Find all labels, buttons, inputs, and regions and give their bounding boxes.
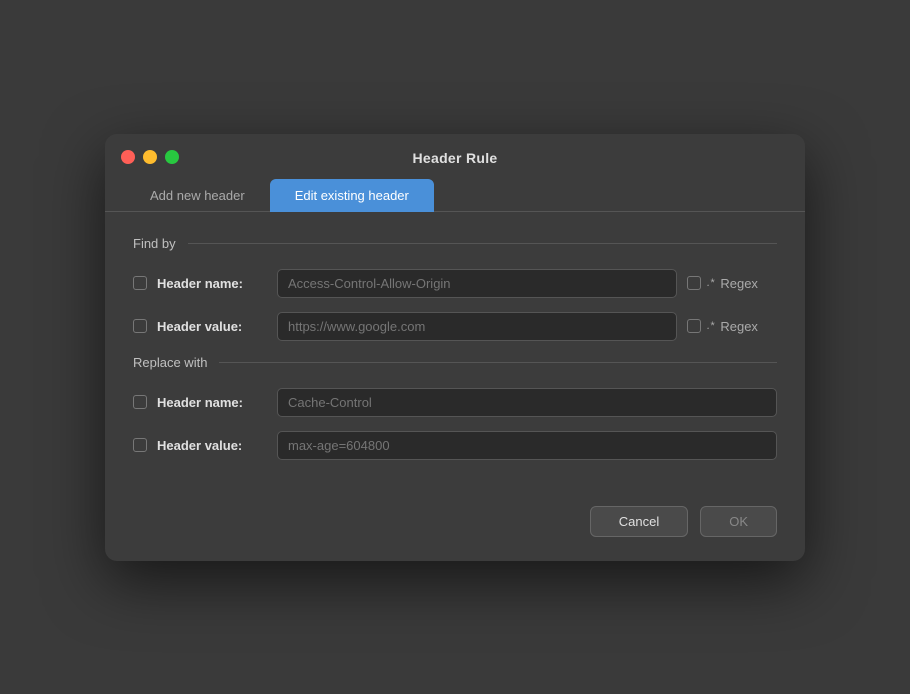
find-header-name-regex-checkbox[interactable]	[687, 276, 701, 290]
find-header-name-regex-label: Regex	[720, 276, 758, 291]
find-header-value-label: Header value:	[157, 319, 267, 334]
replace-with-label: Replace with	[133, 355, 207, 370]
minimize-button[interactable]	[143, 150, 157, 164]
tab-bar: Add new header Edit existing header	[105, 166, 805, 212]
replace-header-value-label: Header value:	[157, 438, 267, 453]
header-rule-dialog: Header Rule Add new header Edit existing…	[105, 134, 805, 561]
tab-add-new-header[interactable]: Add new header	[125, 179, 270, 212]
maximize-button[interactable]	[165, 150, 179, 164]
title-bar: Header Rule	[105, 134, 805, 166]
find-header-name-input[interactable]	[277, 269, 677, 298]
replace-header-value-row: Header value:	[133, 431, 777, 460]
find-header-value-regex-group: .* Regex	[687, 319, 777, 334]
tab-edit-existing-header[interactable]: Edit existing header	[270, 179, 434, 212]
find-header-value-checkbox[interactable]	[133, 319, 147, 333]
close-button[interactable]	[121, 150, 135, 164]
replace-with-divider	[219, 362, 777, 363]
replace-header-name-checkbox[interactable]	[133, 395, 147, 409]
find-header-value-regex-checkbox[interactable]	[687, 319, 701, 333]
find-header-name-checkbox[interactable]	[133, 276, 147, 290]
dialog-title: Header Rule	[413, 150, 498, 166]
find-by-label: Find by	[133, 236, 176, 251]
find-by-divider	[188, 243, 777, 244]
find-header-value-regex-label: Regex	[720, 319, 758, 334]
replace-header-name-label: Header name:	[157, 395, 267, 410]
dialog-footer: Cancel OK	[105, 498, 805, 561]
find-header-name-row: Header name: .* Regex	[133, 269, 777, 298]
replace-header-name-input[interactable]	[277, 388, 777, 417]
find-header-name-regex-group: .* Regex	[687, 276, 777, 291]
find-by-section-header: Find by	[133, 236, 777, 251]
replace-header-name-row: Header name:	[133, 388, 777, 417]
find-header-value-input[interactable]	[277, 312, 677, 341]
dialog-body: Find by Header name: .* Regex Header val…	[105, 212, 805, 498]
replace-header-value-input[interactable]	[277, 431, 777, 460]
window-controls	[121, 150, 179, 164]
ok-button[interactable]: OK	[700, 506, 777, 537]
replace-header-value-checkbox[interactable]	[133, 438, 147, 452]
find-header-name-label: Header name:	[157, 276, 267, 291]
cancel-button[interactable]: Cancel	[590, 506, 688, 537]
replace-with-section-header: Replace with	[133, 355, 777, 370]
find-header-value-row: Header value: .* Regex	[133, 312, 777, 341]
